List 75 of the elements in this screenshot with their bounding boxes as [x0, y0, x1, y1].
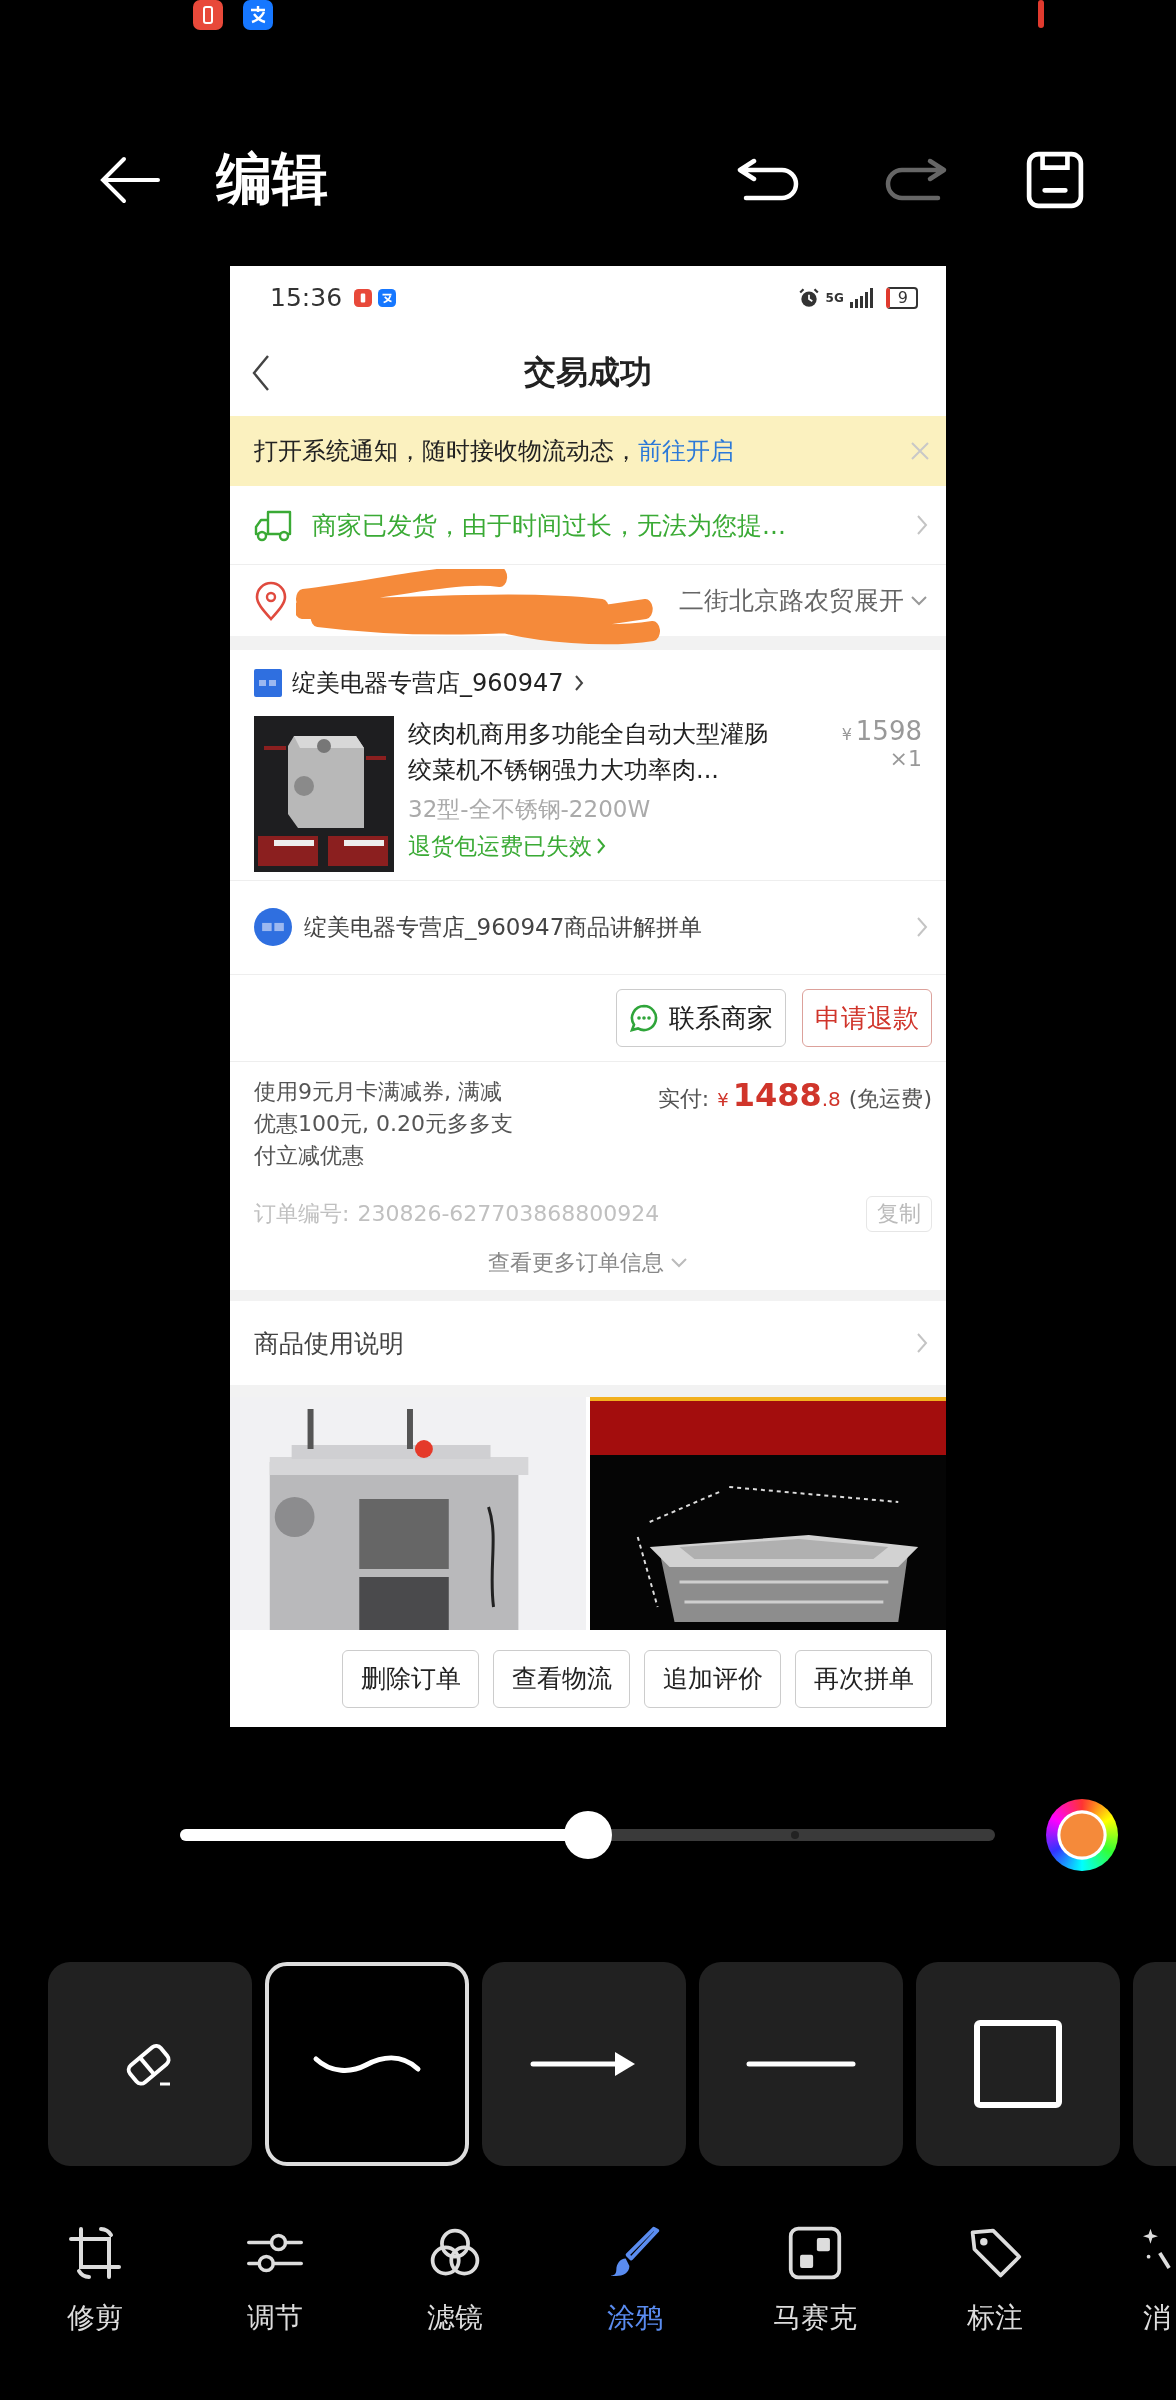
nav-tab[interactable]: 涂鸦: [545, 2225, 725, 2337]
rectangle-icon: [973, 2019, 1063, 2109]
truck-icon: [254, 508, 294, 543]
back-icon[interactable]: [100, 155, 160, 205]
expand-link[interactable]: 展开: [854, 584, 904, 618]
chevron-right-icon: [916, 514, 928, 537]
nav-label: 滤镜: [427, 2300, 483, 2336]
contact-seller-button[interactable]: 联系商家: [616, 989, 786, 1048]
nav-tab[interactable]: 修剪: [5, 2225, 185, 2337]
location-pin-icon: [254, 580, 288, 621]
nav-tab[interactable]: 滤镜: [365, 2225, 545, 2337]
nav-label: 调节: [247, 2300, 303, 2336]
battery-indicator: 9: [885, 286, 918, 309]
nav-tab[interactable]: 消: [1143, 2225, 1173, 2337]
signal-icon: [849, 287, 876, 308]
chevron-right-icon: [573, 674, 584, 692]
nav-tab[interactable]: 调节: [185, 2225, 365, 2337]
paid-amount: ¥1488.8: [717, 1076, 841, 1115]
free-shipping-note: (免运费): [848, 1085, 932, 1114]
network-label: 5G: [825, 290, 844, 305]
nav-label: 涂鸦: [607, 2300, 663, 2336]
chevron-right-icon: [916, 916, 928, 939]
page-title: 交易成功: [524, 351, 652, 393]
chevron-down-icon: [910, 594, 928, 607]
order-number-label: 订单编号:: [254, 1199, 350, 1228]
refund-button[interactable]: 申请退款: [802, 989, 932, 1048]
product-title[interactable]: 绞肉机商用多功能全自动大型灌肠绞菜机不锈钢强力大功率肉...: [408, 715, 786, 788]
order-action-button[interactable]: 再次拼单: [795, 1649, 932, 1708]
tool-button[interactable]: [265, 1962, 469, 2166]
nav-tab[interactable]: 马赛克: [725, 2225, 905, 2337]
nav-label: 消: [1143, 2300, 1171, 2336]
chat-icon: [629, 1003, 659, 1034]
battery-app-icon: [354, 288, 373, 307]
enable-link[interactable]: 前往开启: [638, 435, 734, 468]
group-buy-link[interactable]: 绽美电器专营店_960947商品讲解拼单: [304, 911, 703, 943]
usage-guide-link[interactable]: 商品使用说明: [254, 1326, 404, 1360]
product-quantity: ×1: [889, 745, 922, 771]
crop-icon: [67, 2225, 123, 2281]
status-time: 15:36: [270, 283, 343, 313]
editor-title: 编辑: [216, 145, 328, 213]
order-action-button[interactable]: 查看物流: [493, 1649, 630, 1708]
line-icon: [746, 2061, 856, 2067]
chevron-down-icon: [670, 1256, 688, 1269]
more-order-info-link[interactable]: 查看更多订单信息: [488, 1247, 664, 1278]
order-action-button[interactable]: 追加评价: [644, 1649, 781, 1708]
discount-note: 使用9元月卡满减券, 满减优惠100元, 0.20元多多支付立减优惠: [254, 1078, 514, 1171]
order-number: 230826-627703868800924: [357, 1201, 660, 1227]
save-icon[interactable]: [1026, 151, 1084, 209]
notice-text: 打开系统通知，随时接收物流动态，: [254, 436, 638, 468]
alarm-icon: [797, 286, 820, 309]
paid-label: 实付:: [657, 1085, 710, 1114]
currency-sign: ¥: [841, 724, 852, 744]
brush-size-slider[interactable]: [180, 1811, 995, 1859]
store-logo-icon: [254, 669, 282, 697]
chevron-right-icon: [916, 1332, 928, 1355]
nav-label: 标注: [967, 2300, 1023, 2336]
battery-app-icon: [192, 0, 224, 30]
store-logo-icon: [254, 908, 292, 947]
payment-app-icon: [378, 288, 397, 307]
chevron-right-icon: [596, 837, 606, 856]
product-variant: 32型-全不锈钢-2200W: [408, 794, 652, 824]
nav-label: 马赛克: [773, 2300, 857, 2336]
slider-thumb[interactable]: [563, 1811, 612, 1859]
payment-app-icon: [242, 0, 274, 30]
store-name[interactable]: 绽美电器专营店_960947: [292, 667, 564, 699]
recording-indicator-icon: [1038, 0, 1044, 28]
product-price: 1598: [855, 715, 922, 746]
tool-button[interactable]: [916, 1962, 1120, 2166]
address-text: 二街北京路农贸: [679, 585, 854, 618]
slider-tick: [791, 1831, 800, 1839]
mosaic-icon: [787, 2225, 843, 2281]
order-action-button[interactable]: 删除订单: [342, 1649, 479, 1708]
nav-tab[interactable]: 标注: [905, 2225, 1085, 2337]
nav-label: 修剪: [67, 2300, 123, 2336]
back-icon[interactable]: [252, 353, 270, 392]
